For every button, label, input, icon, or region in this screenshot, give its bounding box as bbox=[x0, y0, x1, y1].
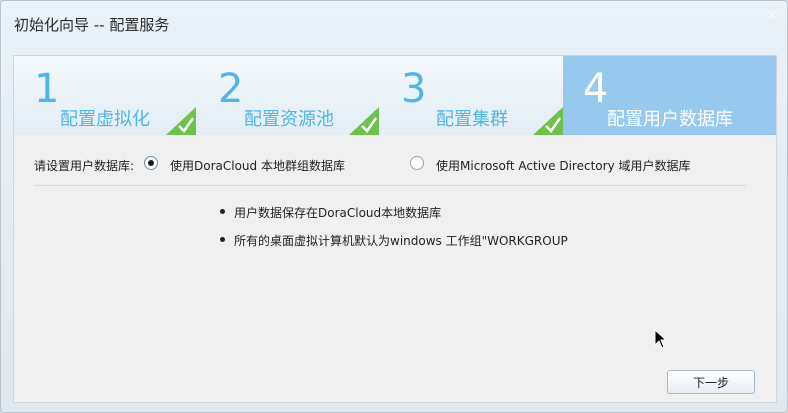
step-complete-check-icon bbox=[349, 107, 379, 135]
step-label: 配置资源池 bbox=[244, 109, 334, 130]
step-number: 2 bbox=[218, 66, 244, 112]
bullet-dot-icon bbox=[220, 237, 225, 242]
ad-db-radio[interactable] bbox=[410, 156, 424, 170]
wizard-dialog: 初始化向导 -- 配置服务 × 1 配置虚拟化 2 配置资源池 3 配置集群 4… bbox=[0, 0, 788, 413]
mouse-pointer-icon bbox=[654, 329, 666, 349]
step-label: 配置虚拟化 bbox=[60, 109, 150, 130]
step-1: 1 配置虚拟化 bbox=[14, 56, 197, 135]
step-number: 3 bbox=[401, 66, 427, 112]
wizard-content: 1 配置虚拟化 2 配置资源池 3 配置集群 4 配置用户数据库 请设置用户数据… bbox=[13, 55, 777, 403]
next-button[interactable]: 下一步 bbox=[667, 370, 755, 394]
user-db-label: 请设置用户数据库: bbox=[34, 159, 135, 173]
divider bbox=[34, 185, 746, 186]
step-label: 配置用户数据库 bbox=[607, 109, 733, 130]
step-number: 1 bbox=[34, 66, 60, 112]
step-indicator: 1 配置虚拟化 2 配置资源池 3 配置集群 4 配置用户数据库 bbox=[14, 56, 776, 135]
local-db-option-label[interactable]: 使用DoraCloud 本地群组数据库 bbox=[170, 157, 345, 174]
step-2: 2 配置资源池 bbox=[196, 56, 380, 135]
info-text: 所有的桌面虚拟计算机默认为windows 工作组"WORKGROUP bbox=[234, 234, 568, 248]
step-label: 配置集群 bbox=[436, 109, 508, 130]
bullet-dot-icon bbox=[220, 209, 225, 214]
step-complete-check-icon bbox=[166, 107, 196, 135]
user-db-setting: 请设置用户数据库: 使用DoraCloud 本地群组数据库 使用Microsof… bbox=[34, 154, 746, 178]
ad-db-option-label[interactable]: 使用Microsoft Active Directory 域用户数据库 bbox=[436, 157, 690, 174]
local-db-radio[interactable] bbox=[144, 156, 158, 170]
info-text: 用户数据保存在DoraCloud本地数据库 bbox=[234, 206, 442, 220]
step-number: 4 bbox=[583, 66, 609, 112]
close-icon[interactable]: × bbox=[765, 9, 779, 23]
step-3: 3 配置集群 bbox=[379, 56, 564, 135]
step-complete-check-icon bbox=[533, 107, 563, 135]
step-4: 4 配置用户数据库 bbox=[563, 56, 776, 135]
title-bar: 初始化向导 -- 配置服务 × bbox=[1, 1, 787, 47]
window-title: 初始化向导 -- 配置服务 bbox=[14, 16, 170, 34]
